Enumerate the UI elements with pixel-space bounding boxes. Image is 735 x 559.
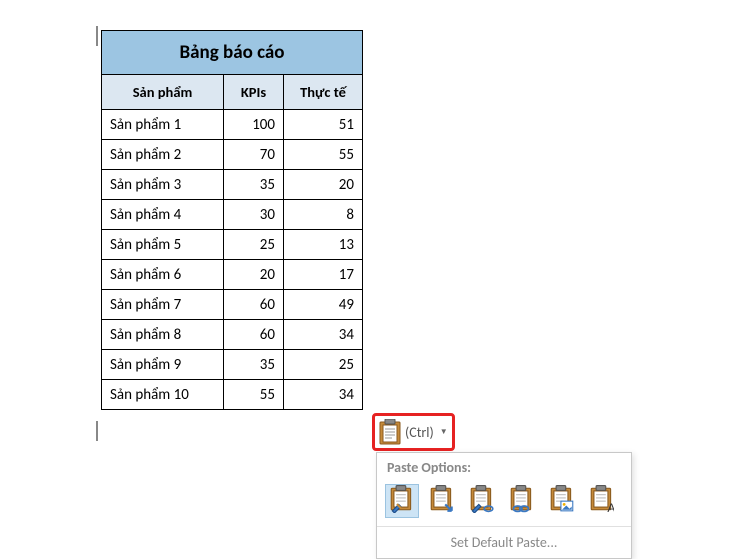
clipboard-icon [430, 485, 454, 517]
paste-button-label: (Ctrl) [405, 424, 434, 441]
paste-options-button[interactable]: (Ctrl) ▼ [379, 419, 448, 445]
cell-product[interactable]: Sản phẩm 7 [102, 290, 224, 320]
clipboard-icon [470, 485, 494, 517]
table-row: Sản phẩm 93525 [102, 350, 363, 380]
cell-actual[interactable]: 17 [284, 260, 363, 290]
cell-actual[interactable]: 8 [284, 200, 363, 230]
clipboard-icon [379, 419, 401, 445]
chevron-down-icon: ▼ [440, 427, 448, 437]
table-row: Sản phẩm 86034 [102, 320, 363, 350]
paste-option-keep-text-only[interactable]: A [585, 484, 619, 518]
table-row: Sản phẩm 110051 [102, 110, 363, 140]
paste-option-keep-source-formatting[interactable] [385, 484, 419, 518]
paste-options-button-highlight: (Ctrl) ▼ [372, 413, 455, 451]
cell-actual[interactable]: 51 [284, 110, 363, 140]
table-row: Sản phẩm 33520 [102, 170, 363, 200]
paste-option-picture[interactable] [545, 484, 579, 518]
cell-actual[interactable]: 20 [284, 170, 363, 200]
table-title: Bảng báo cáo [102, 31, 363, 75]
paste-options-menu: Paste Options: A Set Default Paste... [376, 452, 632, 559]
cell-kpis[interactable]: 35 [224, 350, 284, 380]
clipboard-icon [550, 485, 574, 517]
clipboard-icon: A [590, 485, 614, 517]
header-kpis: KPIs [224, 75, 284, 110]
cell-actual[interactable]: 34 [284, 320, 363, 350]
table-row: Sản phẩm 52513 [102, 230, 363, 260]
table-row: Sản phẩm 62017 [102, 260, 363, 290]
cell-product[interactable]: Sản phẩm 9 [102, 350, 224, 380]
report-table: Bảng báo cáo Sản phẩm KPIs Thực tế Sản p… [101, 30, 363, 410]
cell-kpis[interactable]: 35 [224, 170, 284, 200]
paste-option-link-keep-source[interactable] [505, 484, 539, 518]
cell-actual[interactable]: 25 [284, 350, 363, 380]
table-row: Sản phẩm 76049 [102, 290, 363, 320]
cell-actual[interactable]: 13 [284, 230, 363, 260]
cell-kpis[interactable]: 30 [224, 200, 284, 230]
table-row: Sản phẩm 27055 [102, 140, 363, 170]
header-product: Sản phẩm [102, 75, 224, 110]
header-actual: Thực tế [284, 75, 363, 110]
cell-product[interactable]: Sản phẩm 4 [102, 200, 224, 230]
cell-kpis[interactable]: 20 [224, 260, 284, 290]
cell-product[interactable]: Sản phẩm 6 [102, 260, 224, 290]
cell-kpis[interactable]: 25 [224, 230, 284, 260]
table-row: Sản phẩm 105534 [102, 380, 363, 410]
paste-option-merge-formatting[interactable] [425, 484, 459, 518]
paste-option-use-destination-styles[interactable] [465, 484, 499, 518]
cell-actual[interactable]: 49 [284, 290, 363, 320]
clipboard-icon [510, 485, 534, 517]
svg-text:A: A [607, 501, 614, 513]
cell-kpis[interactable]: 100 [224, 110, 284, 140]
clipboard-icon [390, 485, 414, 517]
cell-product[interactable]: Sản phẩm 5 [102, 230, 224, 260]
text-cursor [96, 421, 98, 441]
cell-actual[interactable]: 55 [284, 140, 363, 170]
text-cursor [96, 26, 98, 46]
set-default-paste[interactable]: Set Default Paste... [377, 526, 631, 558]
table-row: Sản phẩm 4308 [102, 200, 363, 230]
cell-actual[interactable]: 34 [284, 380, 363, 410]
cell-product[interactable]: Sản phẩm 3 [102, 170, 224, 200]
cell-kpis[interactable]: 60 [224, 290, 284, 320]
cell-product[interactable]: Sản phẩm 1 [102, 110, 224, 140]
paste-options-header: Paste Options: [377, 453, 631, 480]
cell-product[interactable]: Sản phẩm 2 [102, 140, 224, 170]
cell-kpis[interactable]: 70 [224, 140, 284, 170]
cell-product[interactable]: Sản phẩm 8 [102, 320, 224, 350]
cell-product[interactable]: Sản phẩm 10 [102, 380, 224, 410]
cell-kpis[interactable]: 60 [224, 320, 284, 350]
cell-kpis[interactable]: 55 [224, 380, 284, 410]
